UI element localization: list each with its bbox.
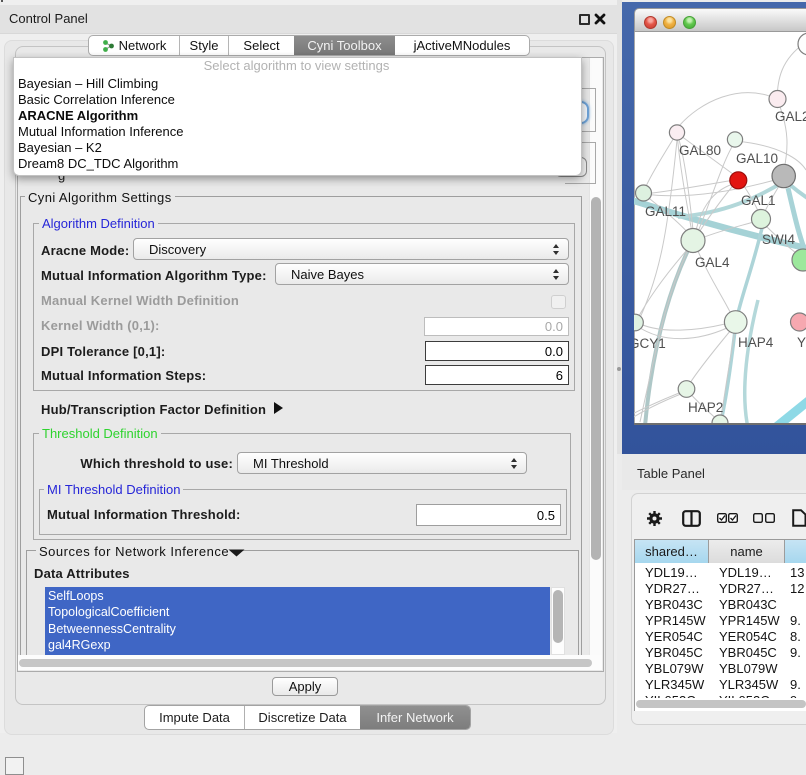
svg-text:GAL80: GAL80 [679,143,721,158]
svg-text:YJ: YJ [797,335,806,350]
svg-text:GAL1: GAL1 [741,193,776,208]
svg-text:SWI4: SWI4 [762,232,795,247]
svg-text:HAP2: HAP2 [688,400,723,415]
svg-text:GAL4: GAL4 [695,255,730,270]
svg-text:GAL10: GAL10 [736,151,778,166]
svg-text:GAL11: GAL11 [645,204,686,219]
svg-text:GAL2: GAL2 [775,109,806,124]
svg-text:HAP4: HAP4 [738,335,774,350]
svg-text:GCY1: GCY1 [634,336,666,351]
